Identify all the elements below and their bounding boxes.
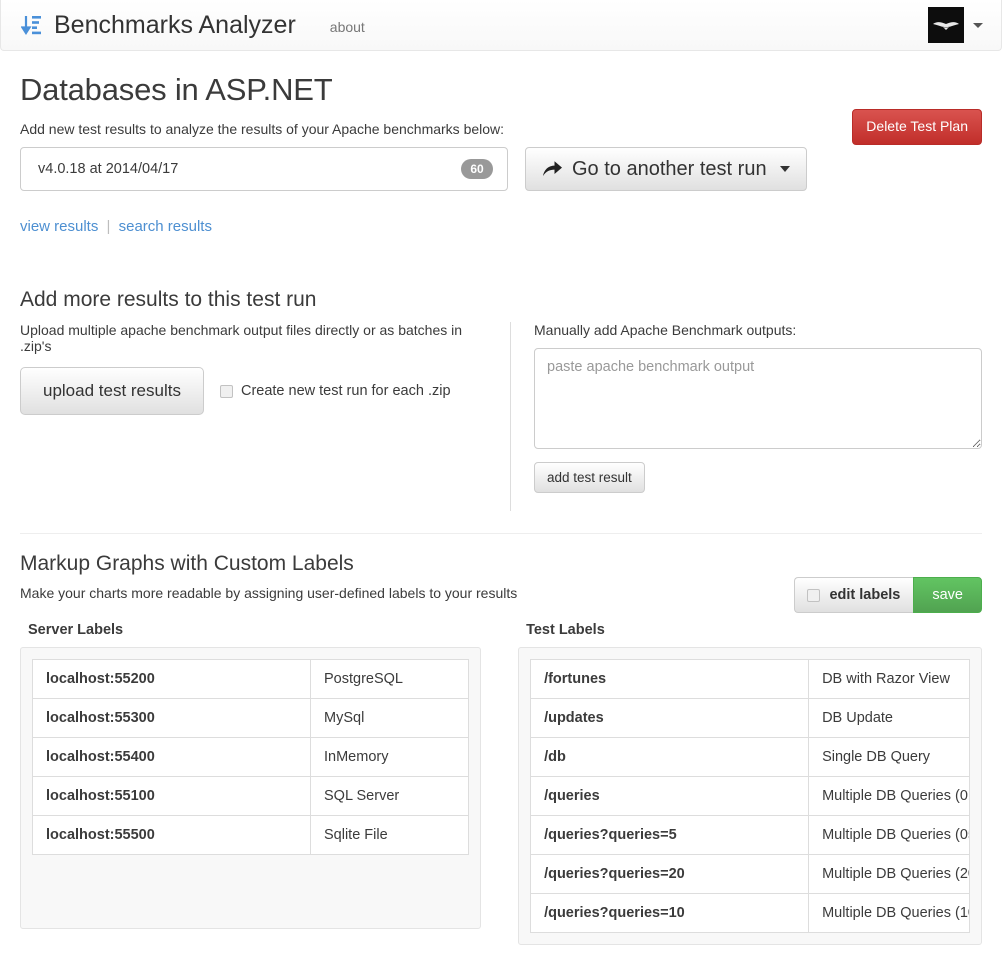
sort-amount-desc-icon: [21, 13, 45, 37]
upload-column: Upload multiple apache benchmark output …: [20, 322, 510, 511]
test-labels-table: /fortunes DB with Razor View /updates DB…: [530, 659, 970, 933]
server-label[interactable]: PostgreSQL: [311, 660, 469, 699]
server-labels-panel: localhost:55200 PostgreSQL localhost:553…: [20, 647, 481, 929]
edit-labels-toggle[interactable]: edit labels: [794, 577, 913, 613]
table-row[interactable]: localhost:55500 Sqlite File: [33, 816, 469, 855]
test-label[interactable]: Multiple DB Queries (10): [809, 894, 970, 933]
add-results-heading: Add more results to this test run: [20, 288, 982, 312]
test-label[interactable]: Multiple DB Queries (05): [809, 816, 970, 855]
edit-labels-checkbox[interactable]: [807, 589, 820, 602]
test-run-field[interactable]: v4.0.18 at 2014/04/17 60: [20, 147, 508, 191]
test-run-value: v4.0.18 at 2014/04/17: [38, 161, 178, 177]
navbar-right: [928, 7, 987, 43]
page-header: Databases in ASP.NET Delete Test Plan Ad…: [20, 51, 982, 137]
top-navbar: Benchmarks Analyzer about: [0, 0, 1002, 51]
table-row[interactable]: localhost:55300 MySql: [33, 699, 469, 738]
test-label[interactable]: DB Update: [809, 699, 970, 738]
section-divider: [20, 533, 982, 534]
delete-test-plan-button[interactable]: Delete Test Plan: [852, 109, 982, 145]
server-key: localhost:55500: [33, 816, 311, 855]
caret-down-icon[interactable]: [973, 23, 983, 28]
test-key: /queries?queries=20: [531, 855, 809, 894]
test-key: /updates: [531, 699, 809, 738]
share-arrow-icon: [542, 160, 563, 178]
edit-labels-label: edit labels: [829, 587, 900, 603]
test-key: /db: [531, 738, 809, 777]
apache-benchmark-textarea[interactable]: [534, 348, 982, 449]
test-key: /queries?queries=5: [531, 816, 809, 855]
link-separator: |: [107, 218, 111, 235]
table-row[interactable]: /queries Multiple DB Queries (01): [531, 777, 970, 816]
labels-tables-grid: Server Labels localhost:55200 PostgreSQL…: [20, 622, 982, 945]
server-key: localhost:55300: [33, 699, 311, 738]
upload-test-results-button[interactable]: upload test results: [20, 367, 204, 415]
table-row[interactable]: localhost:55400 InMemory: [33, 738, 469, 777]
test-run-row: v4.0.18 at 2014/04/17 60 Go to another t…: [20, 147, 982, 191]
page-title: Databases in ASP.NET: [20, 73, 982, 107]
server-key: localhost:55400: [33, 738, 311, 777]
test-labels-panel: /fortunes DB with Razor View /updates DB…: [518, 647, 982, 945]
server-label[interactable]: SQL Server: [311, 777, 469, 816]
table-row[interactable]: /db Single DB Query: [531, 738, 970, 777]
brand-link[interactable]: Benchmarks Analyzer: [15, 11, 296, 40]
caret-down-icon: [780, 166, 790, 172]
test-key: /fortunes: [531, 660, 809, 699]
table-row[interactable]: /fortunes DB with Razor View: [531, 660, 970, 699]
edit-labels-button-group: edit labels save: [794, 577, 982, 613]
test-label[interactable]: Single DB Query: [809, 738, 970, 777]
server-labels-title: Server Labels: [28, 622, 481, 638]
markup-graphs-header: Markup Graphs with Custom Labels Make yo…: [20, 552, 982, 601]
view-results-link[interactable]: view results: [20, 218, 98, 235]
manual-add-label: Manually add Apache Benchmark outputs:: [534, 322, 982, 338]
add-results-grid: Upload multiple apache benchmark output …: [20, 322, 982, 511]
test-label[interactable]: Multiple DB Queries (01): [809, 777, 970, 816]
table-row[interactable]: /updates DB Update: [531, 699, 970, 738]
upload-row: upload test results Create new test run …: [20, 367, 490, 415]
upload-helper-text: Upload multiple apache benchmark output …: [20, 322, 490, 354]
avatar[interactable]: [928, 7, 964, 43]
search-results-link[interactable]: search results: [119, 218, 212, 235]
goto-another-test-run-button[interactable]: Go to another test run: [525, 147, 807, 191]
create-new-run-label: Create new test run for each .zip: [241, 383, 451, 399]
save-labels-button[interactable]: save: [913, 577, 982, 613]
goto-label: Go to another test run: [572, 158, 767, 181]
server-label[interactable]: MySql: [311, 699, 469, 738]
test-run-count-badge: 60: [461, 159, 493, 179]
test-key: /queries: [531, 777, 809, 816]
page-lead-text: Add new test results to analyze the resu…: [20, 121, 982, 137]
server-labels-column: Server Labels localhost:55200 PostgreSQL…: [20, 622, 501, 945]
table-row[interactable]: localhost:55100 SQL Server: [33, 777, 469, 816]
create-new-run-checkbox[interactable]: [220, 385, 233, 398]
table-row[interactable]: /queries?queries=10 Multiple DB Queries …: [531, 894, 970, 933]
test-key: /queries?queries=10: [531, 894, 809, 933]
test-label[interactable]: Multiple DB Queries (20): [809, 855, 970, 894]
server-labels-table: localhost:55200 PostgreSQL localhost:553…: [32, 659, 469, 855]
create-new-run-checkbox-wrap[interactable]: Create new test run for each .zip: [220, 383, 451, 399]
nav-item-about[interactable]: about: [330, 16, 365, 35]
server-key: localhost:55200: [33, 660, 311, 699]
test-labels-tbody: /fortunes DB with Razor View /updates DB…: [531, 660, 970, 933]
table-row[interactable]: /queries?queries=20 Multiple DB Queries …: [531, 855, 970, 894]
table-row[interactable]: /queries?queries=5 Multiple DB Queries (…: [531, 816, 970, 855]
page-container: Databases in ASP.NET Delete Test Plan Ad…: [0, 51, 1002, 945]
server-label[interactable]: Sqlite File: [311, 816, 469, 855]
server-label[interactable]: InMemory: [311, 738, 469, 777]
results-links: view results | search results: [20, 218, 982, 235]
test-labels-title: Test Labels: [526, 622, 982, 638]
server-key: localhost:55100: [33, 777, 311, 816]
test-label[interactable]: DB with Razor View: [809, 660, 970, 699]
add-test-result-button[interactable]: add test result: [534, 462, 645, 493]
brand-title: Benchmarks Analyzer: [54, 11, 296, 40]
test-labels-column: Test Labels /fortunes DB with Razor View…: [501, 622, 982, 945]
server-labels-tbody: localhost:55200 PostgreSQL localhost:553…: [33, 660, 469, 855]
table-row[interactable]: localhost:55200 PostgreSQL: [33, 660, 469, 699]
markup-graphs-heading: Markup Graphs with Custom Labels: [20, 552, 982, 576]
manual-add-column: Manually add Apache Benchmark outputs: a…: [510, 322, 982, 511]
